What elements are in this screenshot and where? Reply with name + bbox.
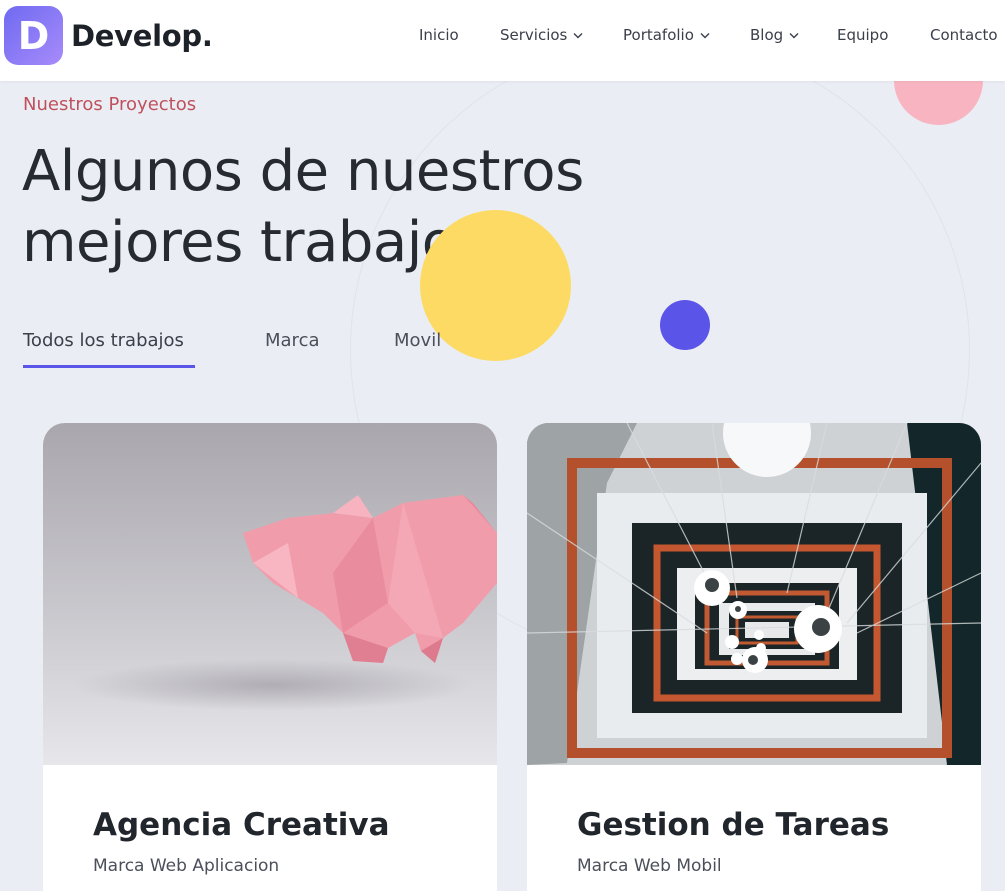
chevron-down-icon	[789, 32, 799, 38]
project-title[interactable]: Agencia Creativa	[93, 807, 390, 843]
decorative-blue-circle	[660, 300, 710, 350]
nav-item-servicios[interactable]: Servicios	[500, 26, 583, 44]
project-tags: Marca Web Mobil	[577, 856, 722, 876]
nav-item-label: Blog	[750, 26, 784, 44]
origami-pig-image[interactable]	[43, 423, 497, 765]
section-eyebrow: Nuestros Proyectos	[23, 94, 197, 115]
nav-item-equipo[interactable]: Equipo	[837, 26, 888, 44]
nav-item-label: Contacto	[930, 26, 998, 44]
nav-item-label: Equipo	[837, 26, 889, 44]
active-tab-indicator	[23, 365, 195, 368]
nav-item-portafolio[interactable]: Portafolio	[623, 26, 710, 44]
nav-item-blog[interactable]: Blog	[750, 26, 799, 44]
project-tags: Marca Web Aplicacion	[93, 856, 280, 876]
project-card[interactable]: Agencia Creativa Marca Web Aplicacion	[43, 423, 497, 891]
decorative-yellow-circle	[420, 210, 571, 361]
nav-item-label: Inicio	[419, 26, 459, 44]
nav-item-label: Servicios	[500, 26, 568, 44]
main-nav: Inicio Servicios Portafolio Blog Equipo …	[0, 0, 1005, 81]
nav-item-label: Portafolio	[623, 26, 694, 44]
filter-tab-marca[interactable]: Marca	[265, 330, 320, 351]
project-title[interactable]: Gestion de Tareas	[577, 807, 889, 843]
nav-item-contacto[interactable]: Contacto	[930, 26, 998, 44]
site-header: D Develop. Inicio Servicios Portafolio B…	[0, 0, 1005, 81]
filter-tab-all[interactable]: Todos los trabajos	[23, 330, 184, 351]
project-card[interactable]: Gestion de Tareas Marca Web Mobil	[527, 423, 981, 891]
chevron-down-icon	[700, 32, 710, 38]
nav-item-inicio[interactable]: Inicio	[419, 26, 459, 44]
headline-line-1: Algunos de nuestros	[22, 139, 584, 204]
chevron-down-icon	[573, 32, 583, 38]
spiral-staircase-image[interactable]	[527, 423, 981, 765]
filter-tab-movil[interactable]: Movil	[394, 330, 441, 351]
